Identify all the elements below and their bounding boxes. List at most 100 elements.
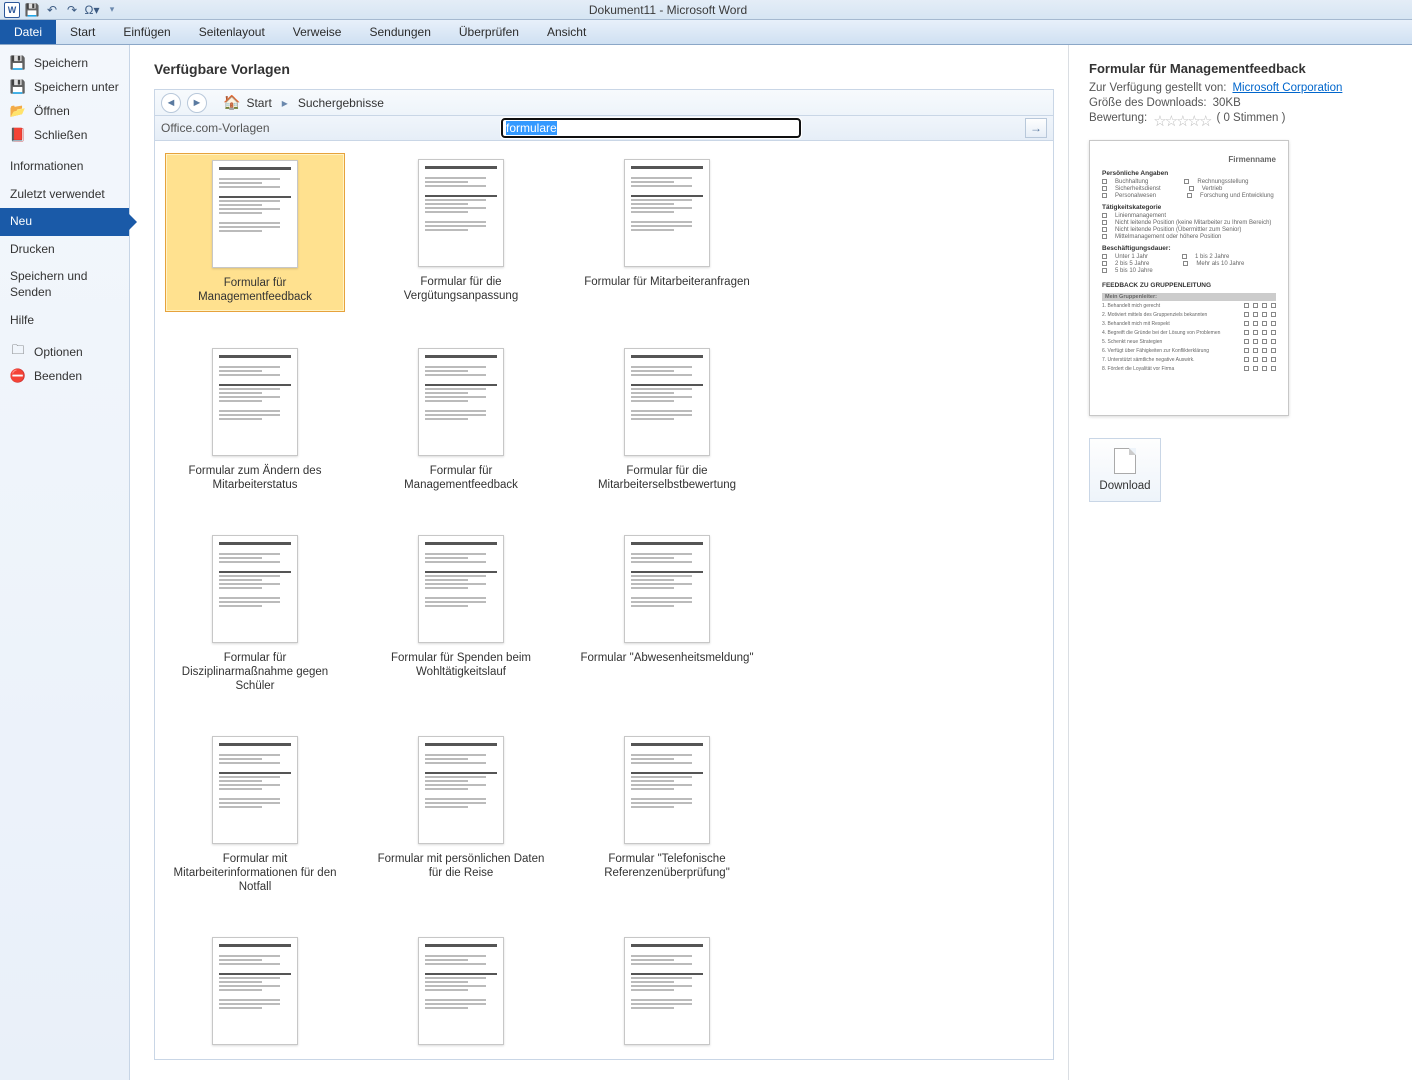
template-thumbnail bbox=[418, 348, 504, 456]
breadcrumb-results[interactable]: Suchergebnisse bbox=[298, 96, 384, 110]
template-card[interactable] bbox=[371, 931, 551, 1059]
template-card[interactable]: Formular für Managementfeedback bbox=[165, 153, 345, 312]
template-thumbnail bbox=[212, 736, 298, 844]
sidebar-item-save-as[interactable]: 💾Speichern unter bbox=[0, 75, 129, 99]
breadcrumb-home[interactable]: Start bbox=[246, 96, 271, 110]
save-icon[interactable]: 💾 bbox=[24, 2, 40, 18]
search-source-label: Office.com-Vorlagen bbox=[161, 121, 491, 135]
tab-review[interactable]: Überprüfen bbox=[445, 20, 533, 44]
sidebar-item-save-send[interactable]: Speichern und Senden bbox=[0, 263, 129, 306]
template-card[interactable] bbox=[577, 931, 757, 1059]
document-icon bbox=[1114, 448, 1136, 474]
template-results-scroll[interactable]: Formular für Managementfeedback Formular … bbox=[154, 141, 1054, 1060]
sidebar-item-label: Speichern bbox=[34, 56, 88, 70]
doc-section2: Tätigkeitskategorie bbox=[1102, 204, 1276, 211]
preview-title: Formular für Managementfeedback bbox=[1089, 61, 1392, 76]
template-card[interactable]: Formular mit Mitarbeiterinformationen fü… bbox=[165, 730, 345, 901]
template-card[interactable]: Formular "Telefonische Referenzenüberprü… bbox=[577, 730, 757, 901]
sidebar-item-label: Schließen bbox=[34, 128, 87, 142]
omega-icon[interactable]: Ω▾ bbox=[84, 2, 100, 18]
preview-provider: Zur Verfügung gestellt von: Microsoft Co… bbox=[1089, 82, 1392, 94]
sidebar-item-label: Optionen bbox=[34, 345, 83, 359]
template-card[interactable] bbox=[165, 931, 345, 1059]
sidebar-item-new[interactable]: Neu bbox=[0, 208, 129, 236]
template-thumbnail bbox=[624, 535, 710, 643]
rating-label: Bewertung: bbox=[1089, 112, 1147, 130]
size-value: 30KB bbox=[1213, 97, 1241, 109]
tab-pagelayout[interactable]: Seitenlayout bbox=[185, 20, 279, 44]
template-search-bar: Office.com-Vorlagen → bbox=[154, 115, 1054, 141]
preview-size: Größe des Downloads: 30KB bbox=[1089, 97, 1392, 109]
download-label: Download bbox=[1099, 480, 1150, 492]
nav-forward-icon[interactable]: ► bbox=[187, 93, 207, 113]
download-button[interactable]: Download bbox=[1089, 438, 1161, 502]
title-bar: W 💾 ↶ ↷ Ω▾ ▾ Dokument11 - Microsoft Word bbox=[0, 0, 1412, 20]
provider-link[interactable]: Microsoft Corporation bbox=[1232, 82, 1342, 94]
template-card-label: Formular für Managementfeedback bbox=[371, 464, 551, 493]
sidebar-item-exit[interactable]: ⛔ Beenden bbox=[0, 364, 129, 388]
sidebar-item-label: Beenden bbox=[34, 369, 82, 383]
sidebar-item-print[interactable]: Drucken bbox=[0, 236, 129, 264]
template-preview-panel: Formular für Managementfeedback Zur Verf… bbox=[1068, 45, 1412, 1080]
tab-start[interactable]: Start bbox=[56, 20, 109, 44]
template-thumbnail bbox=[624, 159, 710, 267]
close-doc-icon: 📕 bbox=[10, 127, 26, 143]
sidebar-item-label: Öffnen bbox=[34, 104, 70, 118]
template-thumbnail bbox=[624, 937, 710, 1045]
search-go-button[interactable]: → bbox=[1025, 118, 1047, 138]
doc-col-header: Mein Gruppenleiter: bbox=[1105, 294, 1157, 300]
doc-section4: FEEDBACK ZU GRUPPENLEITUNG bbox=[1102, 282, 1276, 289]
template-card[interactable]: Formular zum Ändern des Mitarbeiterstatu… bbox=[165, 342, 345, 499]
template-card[interactable]: Formular mit persönlichen Daten für die … bbox=[371, 730, 551, 901]
doc-section3: Beschäftigungsdauer: bbox=[1102, 245, 1276, 252]
qat-customize-icon[interactable]: ▾ bbox=[104, 2, 120, 18]
template-card-label: Formular für die Vergütungsanpassung bbox=[371, 275, 551, 304]
undo-icon[interactable]: ↶ bbox=[44, 2, 60, 18]
window-title: Dokument11 - Microsoft Word bbox=[124, 3, 1212, 17]
template-card-label: Formular mit persönlichen Daten für die … bbox=[371, 852, 551, 881]
redo-icon[interactable]: ↷ bbox=[64, 2, 80, 18]
template-grid: Formular für Managementfeedback Formular … bbox=[155, 153, 1047, 1059]
sidebar-item-recent[interactable]: Zuletzt verwendet bbox=[0, 181, 129, 209]
template-card-label: Formular für Spenden beim Wohltätigkeits… bbox=[371, 651, 551, 680]
tab-mailings[interactable]: Sendungen bbox=[355, 20, 444, 44]
tab-references[interactable]: Verweise bbox=[279, 20, 356, 44]
exit-icon: ⛔ bbox=[10, 368, 26, 384]
folder-open-icon: 📂 bbox=[10, 103, 26, 119]
template-thumbnail bbox=[212, 535, 298, 643]
template-card[interactable]: Formular für Mitarbeiteranfragen bbox=[577, 153, 757, 312]
doc-section1: Persönliche Angaben bbox=[1102, 170, 1276, 177]
template-card[interactable]: Formular "Abwesenheitsmeldung" bbox=[577, 529, 757, 700]
tab-view[interactable]: Ansicht bbox=[533, 20, 600, 44]
preview-rating: Bewertung: ☆☆☆☆☆ ( 0 Stimmen ) bbox=[1089, 112, 1392, 130]
template-card-label: Formular für Disziplinarmaßnahme gegen S… bbox=[165, 651, 345, 694]
template-gallery: Verfügbare Vorlagen ◄ ► 🏠 Start ▸ Sucher… bbox=[130, 45, 1068, 1080]
tab-insert[interactable]: Einfügen bbox=[109, 20, 184, 44]
sidebar-item-help[interactable]: Hilfe bbox=[0, 307, 129, 335]
options-icon: 🗀 bbox=[10, 344, 26, 360]
sidebar-item-options[interactable]: 🗀 Optionen bbox=[0, 340, 129, 364]
template-card[interactable]: Formular für die Mitarbeiterselbstbewert… bbox=[577, 342, 757, 499]
template-card[interactable]: Formular für die Vergütungsanpassung bbox=[371, 153, 551, 312]
home-icon[interactable]: 🏠 bbox=[223, 94, 240, 111]
template-card[interactable]: Formular für Disziplinarmaßnahme gegen S… bbox=[165, 529, 345, 700]
backstage-content: Verfügbare Vorlagen ◄ ► 🏠 Start ▸ Sucher… bbox=[130, 45, 1412, 1080]
backstage-main: 💾Speichern 💾Speichern unter 📂 Öffnen 📕 Sch… bbox=[0, 45, 1412, 1080]
template-card[interactable]: Formular für Spenden beim Wohltätigkeits… bbox=[371, 529, 551, 700]
sidebar-item-info[interactable]: Informationen bbox=[0, 153, 129, 181]
word-app-icon: W bbox=[4, 2, 20, 18]
template-thumbnail bbox=[418, 535, 504, 643]
sidebar-item-save[interactable]: 💾Speichern bbox=[0, 51, 129, 75]
nav-back-icon[interactable]: ◄ bbox=[161, 93, 181, 113]
tab-file[interactable]: Datei bbox=[0, 20, 56, 44]
gallery-heading: Verfügbare Vorlagen bbox=[154, 61, 1054, 77]
template-card-label: Formular für Mitarbeiteranfragen bbox=[577, 275, 757, 289]
template-search-input[interactable] bbox=[501, 118, 801, 138]
sidebar-item-close[interactable]: 📕 Schließen bbox=[0, 123, 129, 147]
template-card-label: Formular für die Mitarbeiterselbstbewert… bbox=[577, 464, 757, 493]
template-thumbnail bbox=[212, 937, 298, 1045]
template-card[interactable]: Formular für Managementfeedback bbox=[371, 342, 551, 499]
sidebar-item-open[interactable]: 📂 Öffnen bbox=[0, 99, 129, 123]
breadcrumb: ◄ ► 🏠 Start ▸ Suchergebnisse bbox=[154, 89, 1054, 115]
sidebar-item-label: Speichern unter bbox=[34, 80, 119, 94]
